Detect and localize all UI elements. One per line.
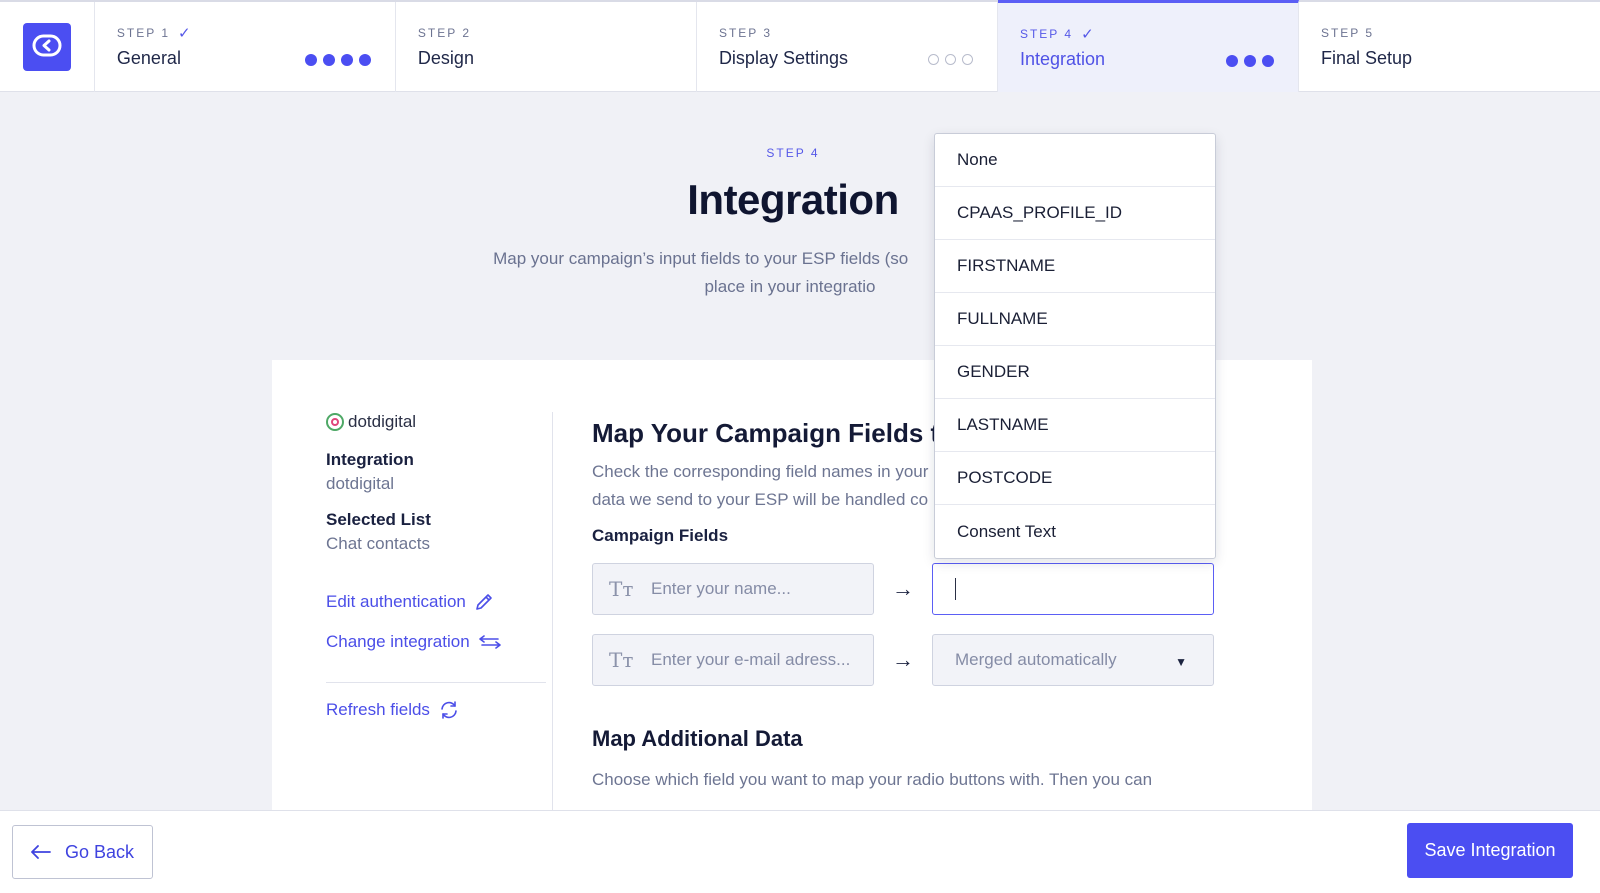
- section-title: Map Your Campaign Fields to: [592, 418, 956, 448]
- campaign-field-name: Tт Enter your name...: [592, 563, 874, 615]
- arrow-left-icon: [31, 845, 51, 859]
- campaign-field-email: Tт Enter your e-mail adress...: [592, 634, 874, 686]
- dropdown-option[interactable]: FIRSTNAME: [935, 240, 1215, 293]
- edit-authentication-link[interactable]: Edit authentication: [326, 590, 546, 614]
- text-caret: [955, 578, 956, 600]
- dropdown-option[interactable]: Consent Text: [935, 505, 1215, 558]
- dot-icon: [1225, 55, 1238, 67]
- refresh-fields-link[interactable]: Refresh fields: [326, 698, 460, 722]
- arrow-right-icon: →: [892, 576, 914, 601]
- step-number: STEP 2: [417, 26, 472, 40]
- text-type-icon: Tт: [609, 577, 634, 601]
- selected-list-label: Selected List: [326, 510, 431, 529]
- field-placeholder: Enter your e-mail adress...: [651, 650, 851, 669]
- link-label: Refresh fields: [326, 700, 430, 719]
- select-value: Merged automatically: [955, 650, 1117, 669]
- checkmark-icon: ✓: [178, 25, 191, 42]
- footer-bar: Go Back Save Integration: [0, 810, 1600, 893]
- step-number: STEP 1: [116, 26, 171, 40]
- step-design[interactable]: STEP 2 Design: [396, 2, 697, 92]
- brand: dotdigital: [326, 412, 546, 432]
- empty-dot-icon: [944, 54, 956, 65]
- dropdown-option[interactable]: POSTCODE: [935, 452, 1215, 505]
- empty-dot-icon: [927, 54, 939, 65]
- brand-name: dotdigital: [348, 412, 417, 431]
- additional-data-title: Map Additional Data: [592, 726, 803, 751]
- campaign-fields-label: Campaign Fields: [592, 526, 729, 545]
- integration-label: Integration: [326, 450, 414, 469]
- dropdown-option[interactable]: LASTNAME: [935, 399, 1215, 452]
- arrow-right-icon: →: [892, 647, 914, 672]
- progress-dots: [1225, 55, 1274, 67]
- esp-field-select-email[interactable]: Merged automatically ▼: [932, 634, 1214, 686]
- dropdown-option[interactable]: FULLNAME: [935, 293, 1215, 346]
- link-label: Edit authentication: [326, 592, 466, 611]
- pencil-icon: [476, 594, 492, 610]
- save-integration-button[interactable]: Save Integration: [1407, 823, 1573, 878]
- link-label: Change integration: [326, 632, 470, 651]
- vertical-separator: [552, 412, 553, 820]
- empty-dot-icon: [961, 54, 973, 65]
- page-step-label: STEP 4: [766, 146, 820, 160]
- dropdown-option[interactable]: CPAAS_PROFILE_ID: [935, 187, 1215, 240]
- page-title: Integration: [687, 176, 899, 223]
- step-title: Design: [417, 48, 474, 68]
- sidebar-divider: [326, 682, 546, 683]
- app-logo-icon[interactable]: [22, 23, 71, 71]
- caret-down-icon: ▼: [1175, 655, 1187, 669]
- checkmark-icon: ✓: [1081, 26, 1094, 43]
- dot-icon: [340, 54, 353, 66]
- selected-list-value: Chat contacts: [326, 534, 430, 553]
- step-number: STEP 4: [1019, 27, 1074, 41]
- field-placeholder: Enter your name...: [651, 579, 791, 598]
- dot-icon: [1243, 55, 1256, 67]
- dot-icon: [1261, 55, 1274, 67]
- step-number: STEP 5: [1320, 26, 1375, 40]
- progress-dots: [304, 54, 371, 66]
- button-label: Save Integration: [1424, 840, 1556, 860]
- esp-field-select-focused[interactable]: [932, 563, 1214, 615]
- dotdigital-logo-icon: [326, 413, 344, 431]
- step-general[interactable]: STEP 1 ✓ General: [95, 2, 396, 92]
- progress-dots: [927, 54, 973, 65]
- step-number: STEP 3: [718, 26, 773, 40]
- change-integration-link[interactable]: Change integration: [326, 630, 546, 654]
- button-label: Go Back: [64, 841, 135, 862]
- stepper-bar: STEP 1 ✓ General STEP 2 Design STEP 3 Dis…: [0, 0, 1600, 92]
- text-type-icon: Tт: [609, 648, 634, 672]
- step-integration[interactable]: STEP 4 ✓ Integration: [997, 0, 1299, 92]
- integration-value: dotdigital: [326, 474, 395, 493]
- additional-data-description: Choose which field you want to map your …: [592, 770, 1153, 789]
- swap-arrows-icon: [478, 635, 501, 649]
- logo-cell: [0, 2, 95, 92]
- esp-field-dropdown: None CPAAS_PROFILE_ID FIRSTNAME FULLNAME…: [934, 133, 1216, 559]
- dot-icon: [304, 54, 317, 66]
- dot-icon: [322, 54, 335, 66]
- step-display-settings[interactable]: STEP 3 Display Settings: [697, 2, 998, 92]
- step-title: Final Setup: [1320, 48, 1413, 68]
- integration-sidebar: dotdigital Integration dotdigital Select…: [326, 412, 546, 654]
- dropdown-option[interactable]: None: [935, 134, 1215, 187]
- dot-icon: [358, 54, 371, 66]
- dropdown-option[interactable]: GENDER: [935, 346, 1215, 399]
- step-final-setup[interactable]: STEP 5 Final Setup: [1299, 2, 1600, 92]
- refresh-icon: [441, 701, 457, 719]
- go-back-button[interactable]: Go Back: [12, 825, 153, 879]
